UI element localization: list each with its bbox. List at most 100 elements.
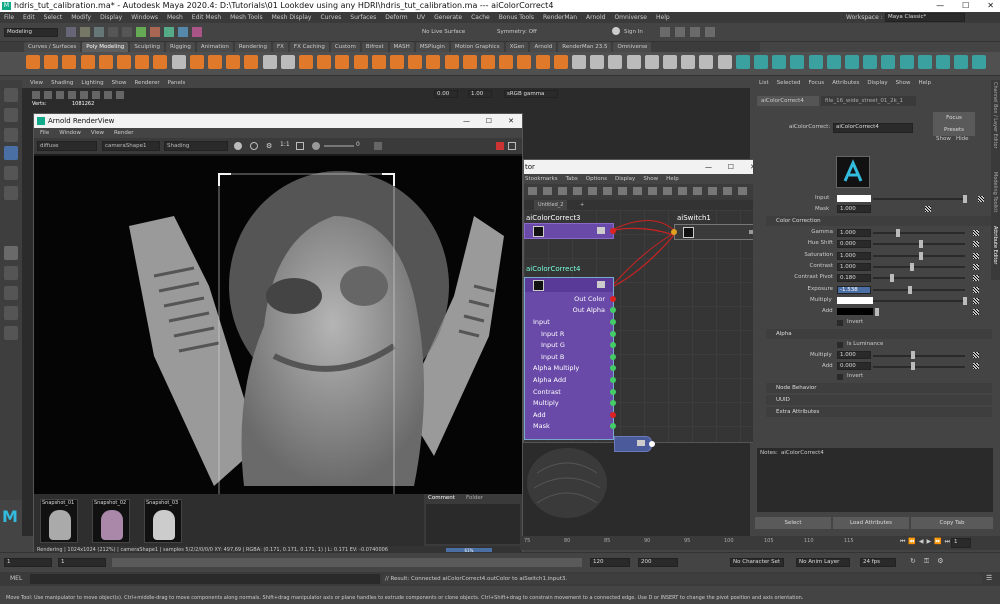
cc-field-contrast[interactable]: 1.000 (837, 262, 871, 271)
anim-layer-select[interactable]: No Anim Layer (796, 558, 850, 567)
menu-deform[interactable]: Deform (385, 12, 407, 23)
ne-tool-icon[interactable] (573, 187, 582, 195)
cc3-out-plug[interactable] (610, 228, 616, 234)
shelf-tool-icon[interactable] (426, 55, 441, 69)
alpha-multiply-field[interactable]: 1.000 (837, 351, 871, 359)
shelf-tool-icon[interactable] (189, 55, 204, 69)
smooth-shade-icon[interactable] (56, 91, 64, 99)
loop-icon[interactable]: ↻ (910, 557, 916, 567)
input-map-icon[interactable] (978, 196, 984, 202)
snapshot-03-thumb[interactable]: Snapshot_03 (144, 499, 182, 543)
shelf-tool-icon[interactable] (226, 55, 241, 69)
open-scene-icon[interactable] (80, 27, 90, 37)
shelf-tool-icon[interactable] (390, 55, 404, 69)
ne-tool-icon[interactable] (528, 187, 537, 195)
shelf-tool-icon[interactable] (772, 55, 787, 69)
step-forward-icon[interactable]: ⏩ (934, 538, 941, 548)
mask-map-icon[interactable] (925, 206, 931, 212)
shelf-tool-icon[interactable] (954, 55, 969, 69)
wireframe-icon[interactable] (44, 91, 52, 99)
rv-menu-file[interactable]: File (40, 128, 49, 138)
ne-tool-icon[interactable] (723, 187, 732, 195)
start-frame-field[interactable]: 1 (4, 558, 52, 567)
alpha-add-knob[interactable] (911, 362, 915, 370)
snap-grid-icon[interactable] (164, 27, 174, 37)
cc-slider-knob[interactable] (919, 251, 923, 260)
panel-menu-renderer[interactable]: Renderer (134, 78, 159, 88)
play-back-icon[interactable]: ◀ (919, 538, 924, 548)
shelf-tab-animation[interactable]: Animation (196, 42, 233, 52)
script-editor-icon[interactable]: ☰ (986, 574, 992, 582)
panel-menu-lighting[interactable]: Lighting (81, 78, 103, 88)
minimize-icon[interactable]: — (936, 0, 944, 12)
shelf-tab-curves-surfaces[interactable]: Curves / Surfaces (24, 42, 81, 52)
end-frame-field[interactable]: 200 (638, 558, 678, 567)
panel-menu-panels[interactable]: Panels (168, 78, 186, 88)
component-mode-icon[interactable] (150, 27, 160, 37)
shelf-tool-icon[interactable] (608, 55, 623, 69)
maximize-icon[interactable]: ☐ (962, 0, 969, 12)
ne-tool-icon[interactable] (678, 187, 687, 195)
rv-close-icon[interactable]: ✕ (508, 114, 514, 128)
go-start-icon[interactable]: ⏮ (900, 538, 905, 548)
undo-icon[interactable] (108, 27, 118, 37)
shelf-tab-msplugin[interactable]: MSPlugin (415, 42, 449, 52)
shelf-tab-rigging[interactable]: Rigging (166, 42, 195, 52)
fps-select[interactable]: 24 fps (860, 558, 896, 567)
snap-curve-icon[interactable] (178, 27, 188, 37)
add-color-swatch[interactable] (837, 308, 873, 315)
shelf-tool-icon[interactable] (171, 55, 186, 69)
menuset-select[interactable]: Modeling (4, 28, 58, 37)
shelf-tool-icon[interactable] (863, 55, 878, 69)
menu-mesh-display[interactable]: Mesh Display (272, 12, 312, 23)
shelf-tab-xgen[interactable]: XGen (505, 42, 529, 52)
mel-label[interactable]: MEL (10, 575, 22, 582)
persp-graph-icon[interactable] (4, 326, 18, 340)
is-luminance-checkbox[interactable] (837, 342, 843, 348)
shelf-tool-icon[interactable] (317, 55, 332, 69)
shelf-tool-icon[interactable] (663, 55, 677, 69)
shelf-tool-icon[interactable] (153, 55, 168, 69)
camera-select[interactable]: cameraShape1 (102, 141, 160, 151)
sign-in-label[interactable]: Sign In (624, 28, 643, 37)
ne-tool-icon[interactable] (618, 187, 627, 195)
textured-icon[interactable] (68, 91, 76, 99)
cc-map-icon[interactable] (973, 275, 979, 282)
paint-select-icon[interactable] (4, 128, 18, 142)
cc-field-contrast-pivot[interactable]: 0.180 (837, 274, 871, 283)
shelf-tab-mash[interactable]: MASH (389, 42, 414, 52)
cc-field-hue-shift[interactable]: 0.000 (837, 240, 871, 249)
shelf-tool-icon[interactable] (244, 55, 259, 69)
step-back-icon[interactable]: ⏪ (908, 538, 915, 548)
tab-file[interactable]: file_16_wide_street_01_2k_1 (821, 96, 916, 106)
shelf-tab-renderman-23-5[interactable]: RenderMan 23.5 (558, 42, 612, 52)
cc4-out-plug[interactable] (610, 296, 616, 302)
shelf-tool-icon[interactable] (590, 55, 605, 69)
move-tool-icon[interactable] (4, 146, 18, 160)
range-end-field[interactable]: 120 (590, 558, 630, 567)
add-tab-icon[interactable]: + (580, 200, 584, 210)
lights-icon[interactable] (80, 91, 88, 99)
exposure-icon[interactable] (312, 142, 320, 150)
ao-icon[interactable] (104, 91, 112, 99)
ne-menu-tabs[interactable]: Tabs (566, 174, 578, 184)
ne-tool-icon[interactable] (588, 187, 597, 195)
hypershade-icon[interactable] (705, 27, 715, 37)
load-attributes-button[interactable]: Load Attributes (833, 517, 909, 529)
multiply-color-swatch[interactable] (837, 297, 873, 304)
outliner-layout-icon[interactable] (4, 306, 18, 320)
section-uuid[interactable]: UUID (766, 395, 992, 405)
shelf-tool-icon[interactable] (936, 55, 950, 69)
shelf-tool-icon[interactable] (572, 55, 586, 69)
exposure-slider[interactable] (324, 145, 354, 147)
shelf-tool-icon[interactable] (335, 55, 350, 69)
tab-comment[interactable]: Comment (428, 495, 455, 501)
time-slider[interactable]: 75 80 85 90 95 100 105 110 115 ⏮ ⏪ ◀ ▶ ⏩ ⏭ (520, 536, 1000, 550)
menu-display[interactable]: Display (100, 12, 122, 23)
save-scene-icon[interactable] (94, 27, 104, 37)
collapsed-out-plug[interactable] (649, 441, 655, 447)
ne-menu-help[interactable]: Help (666, 174, 679, 184)
close-icon[interactable]: ✕ (987, 0, 994, 12)
rv-settings-icon[interactable]: ⚙ (266, 142, 272, 150)
cc-map-icon[interactable] (973, 263, 979, 270)
